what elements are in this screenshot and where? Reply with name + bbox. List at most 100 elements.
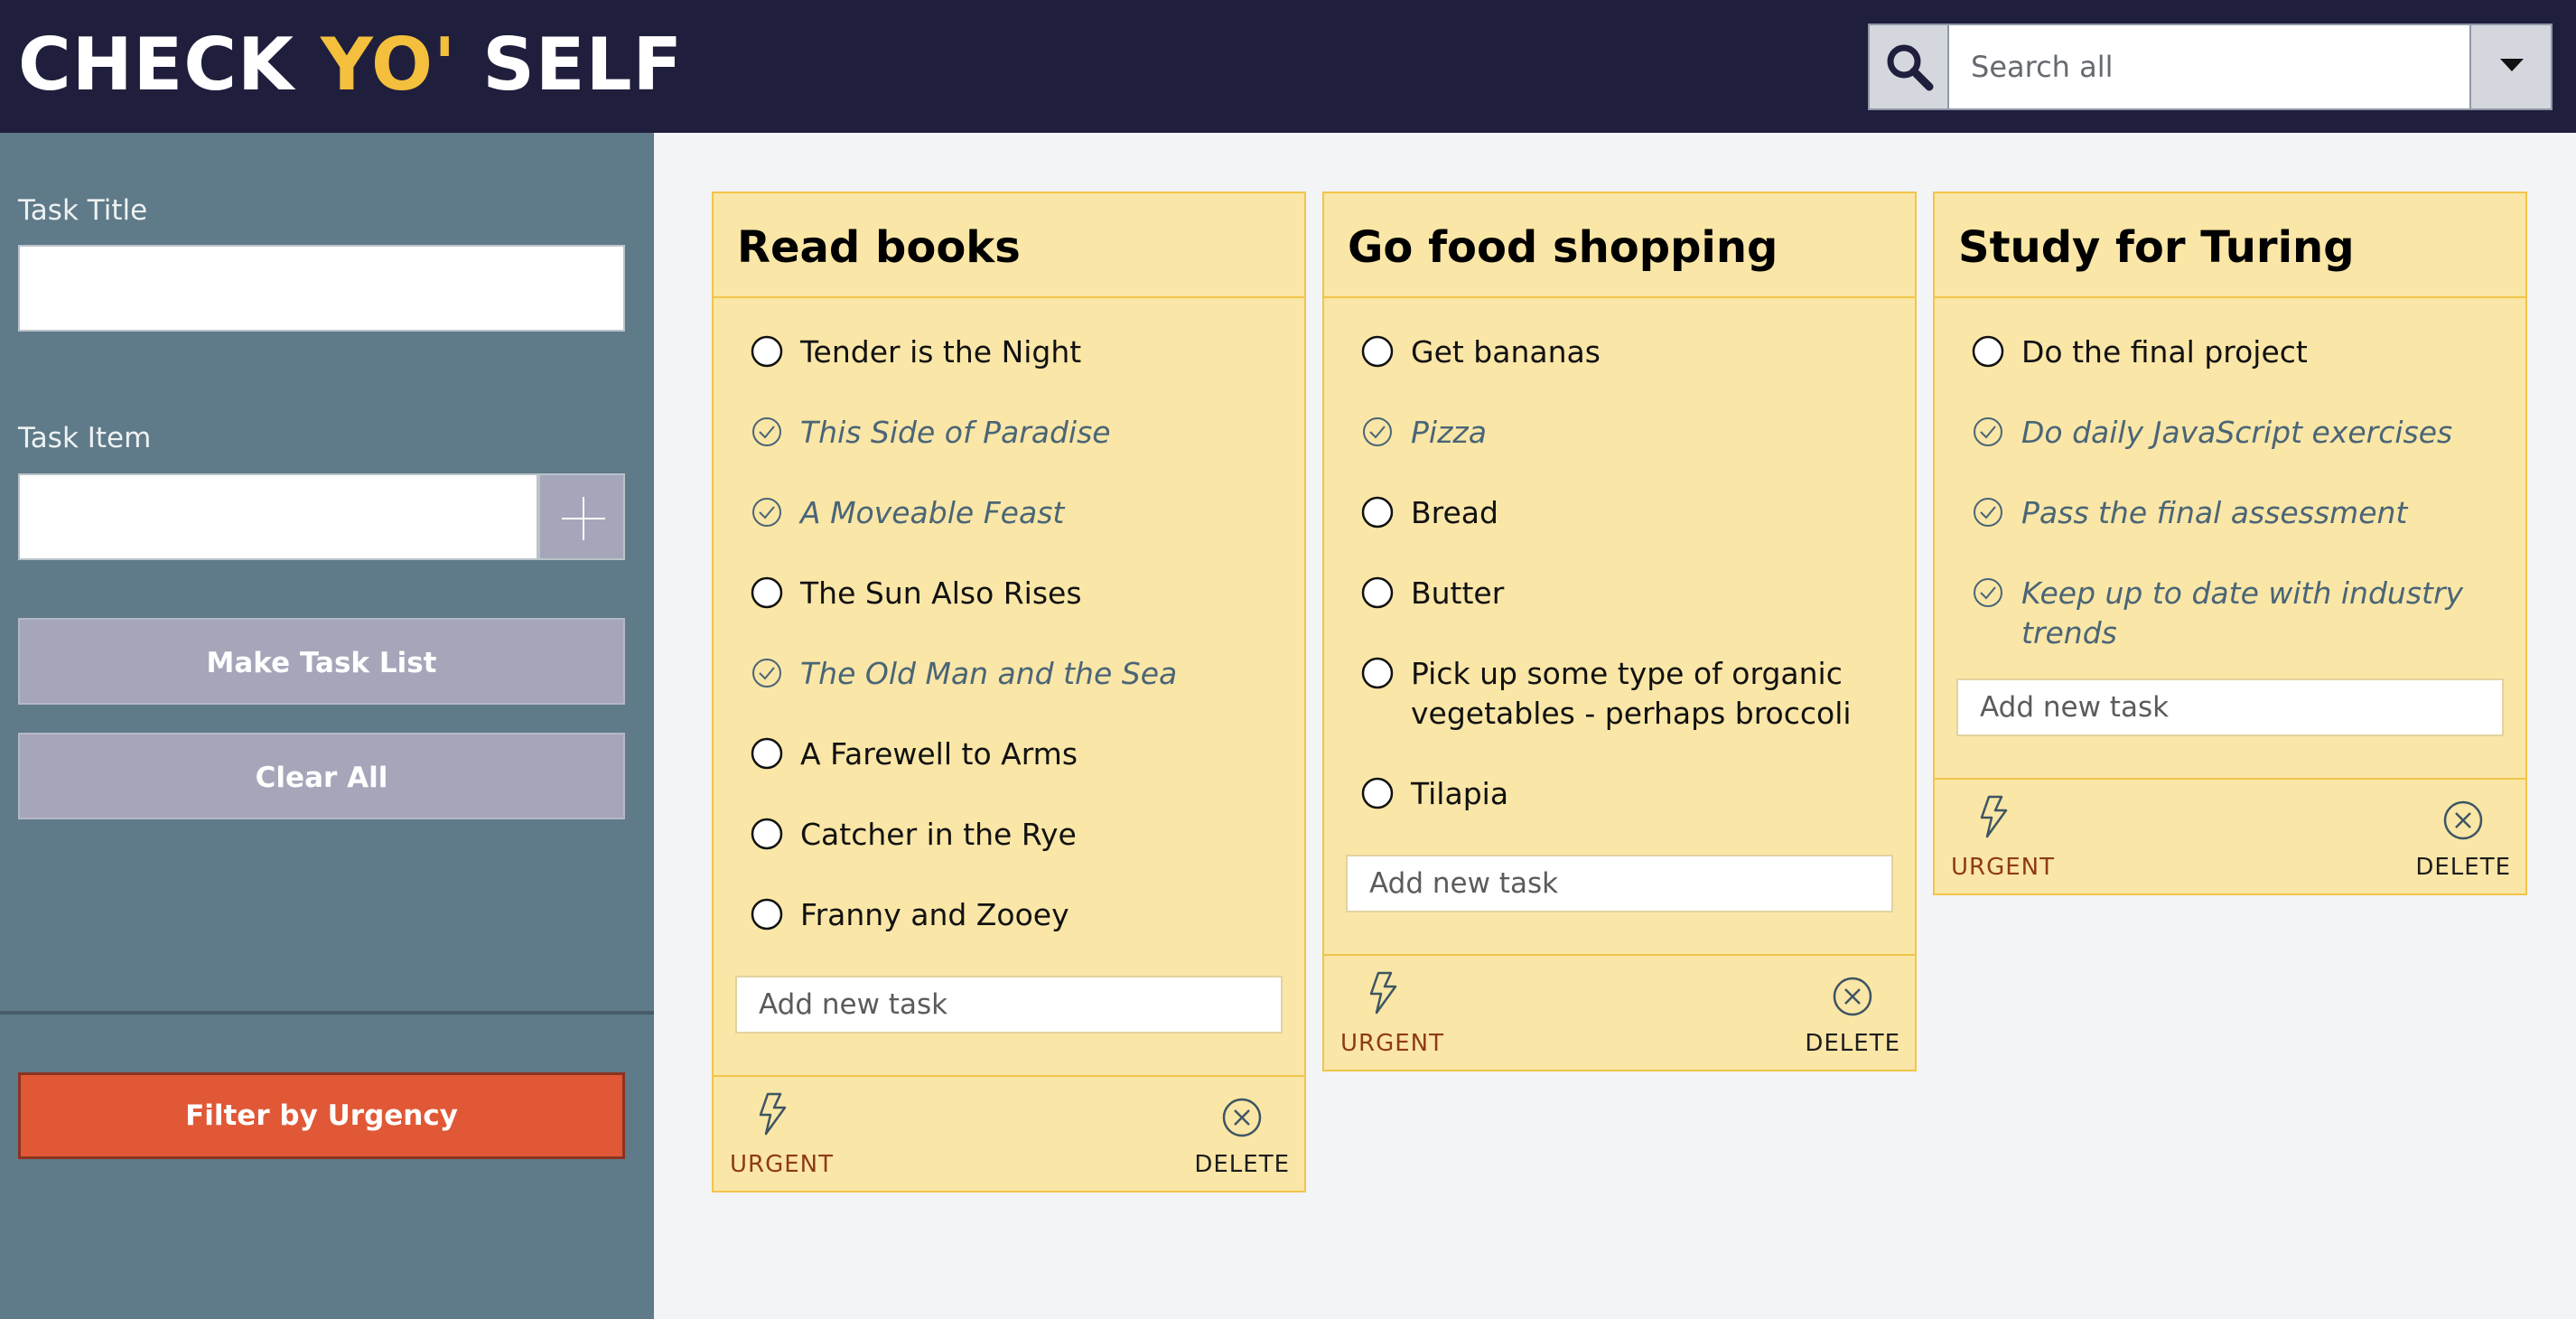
logo-text-2: SELF <box>456 23 684 107</box>
check-circle-icon[interactable] <box>1971 575 2005 610</box>
urgent-label: URGENT <box>1951 854 2056 881</box>
x-circle-icon <box>1222 1098 1262 1137</box>
empty-circle-icon[interactable] <box>1360 334 1395 369</box>
search-button[interactable] <box>1870 25 1949 108</box>
task-list: Do the final project Do daily JavaScript… <box>1935 298 2525 671</box>
logo-text-accent: YO' <box>320 23 457 107</box>
check-circle-icon[interactable] <box>1360 415 1395 449</box>
empty-circle-icon[interactable] <box>1360 776 1395 810</box>
search-input[interactable] <box>1951 25 2466 108</box>
task-item: Franny and Zooey <box>714 888 1304 968</box>
task-title-label: Task Title <box>18 194 148 227</box>
task-item: Get bananas <box>1324 325 1915 406</box>
caret-down-icon <box>2500 59 2524 71</box>
empty-circle-icon[interactable] <box>750 334 784 369</box>
clear-all-button[interactable]: Clear All <box>18 733 625 819</box>
check-circle-icon[interactable] <box>1971 415 2005 449</box>
card-title: Read books <box>714 193 1304 298</box>
task-item-label: Task Item <box>18 422 152 454</box>
task-item-text: Get bananas <box>1411 334 1601 370</box>
add-task-item-button[interactable] <box>538 473 625 560</box>
search-filter-dropdown[interactable] <box>2469 25 2551 108</box>
delete-label: DELETE <box>1805 1030 1900 1057</box>
empty-circle-icon[interactable] <box>750 817 784 851</box>
urgent-label: URGENT <box>730 1151 835 1178</box>
task-item-text: A Farewell to Arms <box>800 736 1078 772</box>
make-task-list-button[interactable]: Make Task List <box>18 618 625 705</box>
task-list: Tender is the Night This Side of Paradis… <box>714 298 1304 968</box>
task-item: Do the final project <box>1935 325 2525 406</box>
add-new-task-input[interactable] <box>1346 855 1893 912</box>
task-item-text: Catcher in the Rye <box>800 817 1077 852</box>
plus-icon <box>562 497 605 540</box>
empty-circle-icon[interactable] <box>750 897 784 931</box>
empty-circle-icon[interactable] <box>1360 656 1395 690</box>
task-item-text: Butter <box>1411 575 1505 611</box>
delete-button[interactable]: DELETE <box>1801 970 1900 1061</box>
app-header: CHECK YO' SELF <box>0 0 2576 133</box>
add-new-task-input[interactable] <box>735 976 1283 1034</box>
task-item-text: The Sun Also Rises <box>800 575 1082 611</box>
check-circle-icon[interactable] <box>1971 495 2005 529</box>
task-item: Tender is the Night <box>714 325 1304 406</box>
sidebar: Task Title Task Item Make Task List Clea… <box>0 133 654 1319</box>
card-footer: URGENT DELETE <box>714 1075 1304 1191</box>
task-item-text: Do the final project <box>2021 334 2308 370</box>
logo-text-1: CHECK <box>18 23 321 107</box>
task-item: Pick up some type of organic vegetables … <box>1324 647 1915 767</box>
task-card: Read books Tender is the Night This Side… <box>712 192 1306 1193</box>
card-footer: URGENT DELETE <box>1324 954 1915 1070</box>
empty-circle-icon[interactable] <box>1971 334 2005 369</box>
lightning-icon <box>1369 971 1397 1015</box>
empty-circle-icon[interactable] <box>750 736 784 771</box>
task-item-text: Keep up to date with industry trends <box>2021 575 2464 650</box>
card-footer: URGENT DELETE <box>1935 778 2525 893</box>
task-item-text: Pass the final assessment <box>2021 495 2408 530</box>
empty-circle-icon[interactable] <box>750 575 784 610</box>
task-item: A Moveable Feast <box>714 486 1304 566</box>
delete-label: DELETE <box>2415 854 2511 881</box>
task-card: Study for Turing Do the final project Do… <box>1933 192 2527 895</box>
add-new-task-input[interactable] <box>1956 678 2504 736</box>
check-circle-icon[interactable] <box>750 495 784 529</box>
task-item: This Side of Paradise <box>714 406 1304 486</box>
filter-by-urgency-button[interactable]: Filter by Urgency <box>18 1072 625 1159</box>
task-item: Pizza <box>1324 406 1915 486</box>
card-title: Study for Turing <box>1935 193 2525 298</box>
delete-button[interactable]: DELETE <box>1190 1091 1290 1182</box>
lightning-icon <box>759 1092 787 1136</box>
task-item: Catcher in the Rye <box>714 808 1304 888</box>
task-item-text: Bread <box>1411 495 1498 530</box>
task-item-text: Do daily JavaScript exercises <box>2021 415 2453 450</box>
check-circle-icon[interactable] <box>750 656 784 690</box>
task-item-text: Franny and Zooey <box>800 897 1069 932</box>
empty-circle-icon[interactable] <box>1360 575 1395 610</box>
task-item-text: Pick up some type of organic vegetables … <box>1411 656 1852 731</box>
task-item-text: Pizza <box>1411 415 1487 450</box>
task-item: The Old Man and the Sea <box>714 647 1304 727</box>
search-icon <box>1887 44 1934 91</box>
delete-label: DELETE <box>1194 1151 1290 1178</box>
x-circle-icon <box>2443 800 2483 840</box>
x-circle-icon <box>1833 977 1872 1016</box>
task-item-text: The Old Man and the Sea <box>800 656 1178 691</box>
task-item-text: Tender is the Night <box>800 334 1082 370</box>
urgent-label: URGENT <box>1340 1030 1445 1057</box>
app-logo: CHECK YO' SELF <box>18 20 683 110</box>
task-item: Tilapia <box>1324 767 1915 847</box>
delete-button[interactable]: DELETE <box>2412 794 2511 884</box>
task-item: Butter <box>1324 566 1915 647</box>
check-circle-icon[interactable] <box>750 415 784 449</box>
card-title: Go food shopping <box>1324 193 1915 298</box>
empty-circle-icon[interactable] <box>1360 495 1395 529</box>
task-item: Pass the final assessment <box>1935 486 2525 566</box>
task-item-input[interactable] <box>18 473 538 560</box>
task-item: Do daily JavaScript exercises <box>1935 406 2525 486</box>
task-title-input[interactable] <box>18 245 625 332</box>
task-item: The Sun Also Rises <box>714 566 1304 647</box>
task-item-text: Tilapia <box>1411 776 1509 811</box>
task-item-text: A Moveable Feast <box>800 495 1065 530</box>
lightning-icon <box>1980 795 2008 838</box>
task-item: A Farewell to Arms <box>714 727 1304 808</box>
sidebar-divider <box>0 1011 654 1015</box>
